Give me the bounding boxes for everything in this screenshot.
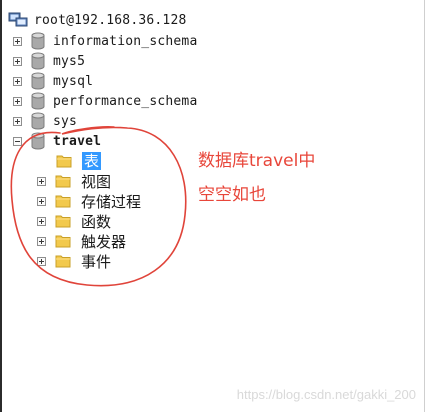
database-label: mysql [53, 73, 94, 89]
database-icon [31, 92, 45, 110]
expand-toggle[interactable] [37, 176, 46, 186]
tree-node-database-information-schema[interactable]: information_schema [13, 31, 197, 51]
expand-toggle[interactable] [13, 96, 22, 106]
tree-node-database-mysql[interactable]: mysql [13, 71, 93, 91]
tree-node-tables[interactable]: 表 [56, 151, 102, 171]
tree-node-label: 视图 [81, 172, 112, 191]
expand-toggle[interactable] [37, 256, 46, 266]
expand-toggle[interactable] [37, 216, 46, 226]
object-browser-panel: root@192.168.36.128 information_schema m… [0, 0, 425, 412]
tree-node-label: 触发器 [81, 232, 127, 251]
connection-label: root@192.168.36.128 [34, 12, 187, 28]
database-icon [31, 52, 45, 70]
annotation-text-line1: 数据库travel中 [198, 151, 316, 171]
expand-toggle[interactable] [13, 56, 22, 66]
server-connection-icon [8, 12, 28, 27]
expand-toggle[interactable] [13, 116, 22, 126]
folder-icon [55, 175, 71, 188]
tree-node-events[interactable]: 事件 [37, 251, 111, 271]
tree-node-functions[interactable]: 函数 [37, 211, 111, 231]
tree-node-label: 事件 [81, 252, 112, 271]
annotation-text-line2: 空空如也 [198, 185, 266, 205]
folder-icon [55, 215, 71, 228]
expand-toggle[interactable] [13, 36, 22, 46]
watermark: https://blog.csdn.net/gakki_200 [236, 387, 416, 402]
database-icon [31, 32, 45, 50]
folder-icon [55, 255, 71, 268]
tree-node-stored-procedures[interactable]: 存储过程 [37, 191, 141, 211]
collapse-toggle[interactable] [13, 136, 22, 146]
expand-toggle[interactable] [37, 236, 46, 246]
database-label: travel [53, 133, 102, 149]
database-icon [31, 132, 45, 150]
tree-node-label: 表 [82, 152, 102, 170]
folder-icon [56, 155, 72, 168]
expand-toggle[interactable] [37, 196, 46, 206]
database-label: information_schema [53, 33, 198, 49]
folder-icon [55, 235, 71, 248]
tree-node-database-travel[interactable]: travel [13, 131, 101, 151]
tree-node-database-sys[interactable]: sys [13, 111, 77, 131]
database-icon [31, 112, 45, 130]
tree-node-label: 存储过程 [81, 192, 142, 211]
database-label: performance_schema [53, 93, 198, 109]
database-icon [31, 72, 45, 90]
tree-node-database-mys5[interactable]: mys5 [13, 51, 85, 71]
tree-node-views[interactable]: 视图 [37, 171, 111, 191]
database-label: sys [53, 113, 78, 129]
tree-node-connection[interactable]: root@192.168.36.128 [8, 10, 187, 30]
tree-node-triggers[interactable]: 触发器 [37, 231, 126, 251]
folder-icon [55, 195, 71, 208]
tree-node-label: 函数 [81, 212, 112, 231]
tree-node-database-performance-schema[interactable]: performance_schema [13, 91, 197, 111]
database-label: mys5 [53, 53, 86, 69]
expand-toggle[interactable] [13, 76, 22, 86]
